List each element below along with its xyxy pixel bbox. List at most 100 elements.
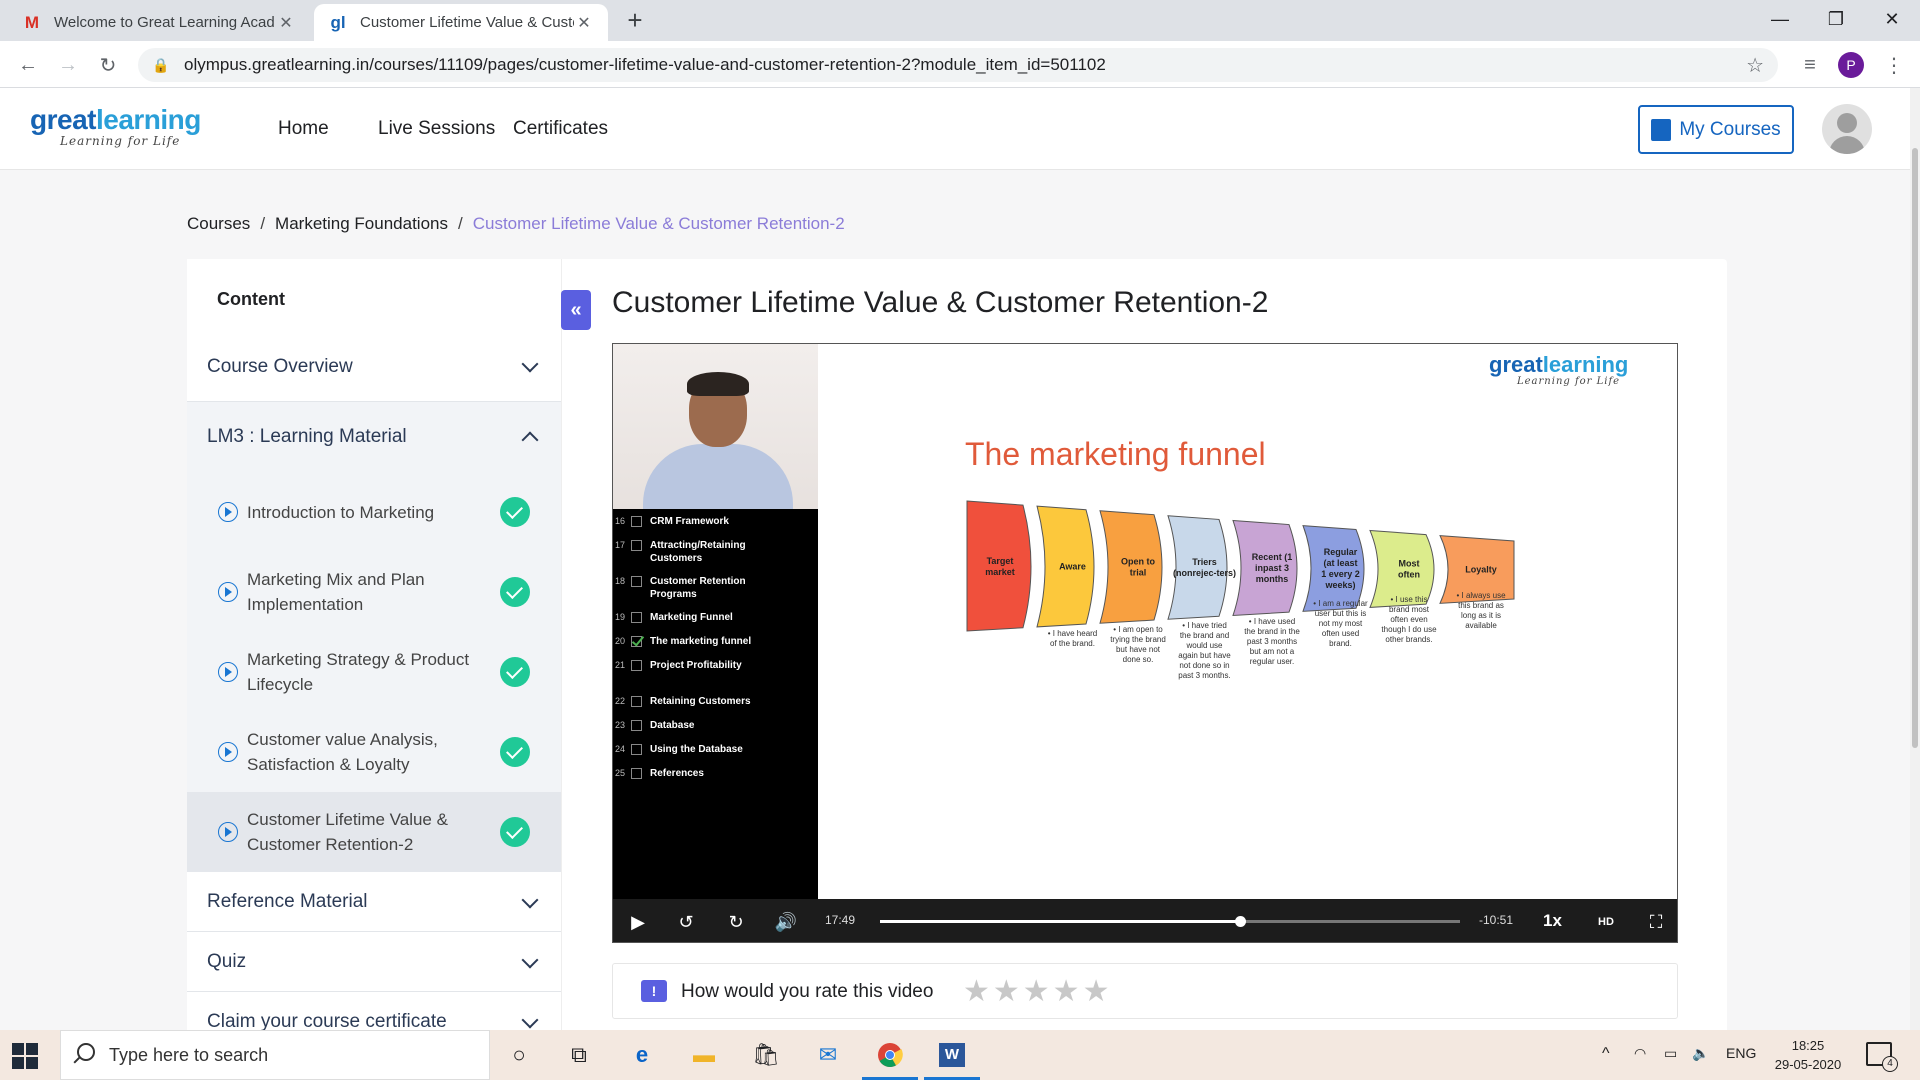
browser-tab-gmail[interactable]: M Welcome to Great Learning Acad ✕ — [8, 4, 310, 41]
close-window-icon[interactable]: ✕ — [1864, 0, 1920, 38]
sidebar-item-customer-lifetime-value[interactable]: Customer Lifetime Value & Customer Reten… — [187, 792, 561, 872]
store-icon[interactable]: 🛍 — [750, 1039, 782, 1071]
browser-profile-avatar[interactable]: P — [1838, 52, 1864, 78]
user-avatar[interactable] — [1822, 104, 1872, 154]
checkbox-icon — [631, 768, 642, 779]
sidebar-item-introduction-to-marketing[interactable]: Introduction to Marketing — [187, 472, 561, 552]
new-tab-button[interactable]: + — [620, 6, 650, 36]
nav-certificates[interactable]: Certificates — [513, 118, 608, 140]
item-label: Customer Lifetime Value & Customer Reten… — [247, 810, 448, 854]
section-label: Claim your course certificate — [207, 1010, 447, 1031]
funnel-stage-note: • I use this brand most often even thoug… — [1381, 595, 1437, 645]
mail-icon[interactable]: ✉ — [812, 1039, 844, 1071]
breadcrumb-courses[interactable]: Courses — [187, 214, 250, 234]
play-circle-icon — [218, 582, 238, 602]
toc-label: Project Profitability — [650, 660, 742, 671]
item-label: Customer value Analysis, Satisfaction & … — [247, 730, 438, 774]
section-label: Quiz — [207, 950, 247, 972]
tray-chevron-up-icon[interactable]: ^ — [1602, 1045, 1610, 1063]
section-claim-certificate[interactable]: Claim your course certificate — [187, 992, 561, 1031]
page-scrollbar[interactable] — [1910, 88, 1920, 1030]
windows-start-icon[interactable] — [12, 1043, 38, 1069]
task-view-icon[interactable]: ⧉ — [563, 1039, 595, 1071]
funnel-stage-note: • I have used the brand in the past 3 mo… — [1244, 617, 1300, 667]
browser-toolbar: ← → ↻ 🔒 olympus.greatlearning.in/courses… — [0, 41, 1920, 88]
toc-label: Using the Database — [650, 744, 743, 755]
funnel-stage-label: Regular (at least 1 every 2 weeks) — [1321, 547, 1360, 590]
address-bar[interactable]: 🔒 olympus.greatlearning.in/courses/11109… — [138, 48, 1778, 82]
funnel-stage-label: Target market — [985, 556, 1015, 577]
checkbox-icon — [631, 744, 642, 755]
tab-title: Welcome to Great Learning Acad — [54, 14, 275, 31]
media-queue-icon[interactable]: ≡ — [1794, 49, 1826, 81]
playback-speed-button[interactable]: 1x — [1543, 911, 1562, 931]
content-sidebar: Content Course Overview LM3 : Learning M… — [187, 259, 562, 1030]
section-reference-material[interactable]: Reference Material — [187, 872, 561, 932]
section-label: LM3 : Learning Material — [207, 426, 407, 447]
check-circle-icon — [500, 737, 530, 767]
language-indicator[interactable]: ENG — [1726, 1045, 1756, 1061]
my-courses-button[interactable]: My Courses — [1638, 105, 1794, 154]
site-header: greatlearning Learning for Life Home Liv… — [0, 88, 1910, 170]
forward-icon[interactable]: ↻ — [723, 909, 749, 935]
reload-icon[interactable]: ↻ — [92, 49, 124, 81]
taskbar-search-input[interactable]: Type here to search — [60, 1030, 490, 1080]
restore-window-icon[interactable]: ❐ — [1808, 0, 1864, 38]
checkbox-icon — [631, 696, 642, 707]
notification-center-icon[interactable]: 4 — [1866, 1042, 1898, 1072]
toc-number: 18 — [615, 576, 626, 586]
section-quiz[interactable]: Quiz — [187, 932, 561, 992]
chevron-down-icon — [521, 1011, 539, 1029]
toc-item: 17 Attracting/Retaining Customers — [613, 539, 818, 571]
hd-quality-icon[interactable]: HD — [1593, 909, 1619, 935]
nav-live-sessions[interactable]: Live Sessions — [378, 118, 495, 140]
book-icon — [1651, 118, 1672, 141]
forward-arrow-icon[interactable]: → — [52, 49, 84, 81]
close-tab-icon[interactable]: ✕ — [276, 13, 296, 33]
play-icon[interactable]: ▶ — [625, 909, 651, 935]
collapse-sidebar-button[interactable]: « — [561, 290, 591, 330]
video-player[interactable]: 16 CRM Framework 17 Attracting/Retaining Cu… — [612, 343, 1678, 943]
lecture-toc-panel: 16 CRM Framework 17 Attracting/Retaining Cu… — [613, 509, 818, 899]
speaker-icon[interactable]: 🔈 — [1692, 1045, 1709, 1062]
progress-knob[interactable] — [1234, 916, 1246, 927]
nav-home[interactable]: Home — [278, 118, 329, 140]
presenter-video-thumbnail — [613, 344, 818, 509]
chrome-icon[interactable] — [874, 1039, 906, 1071]
close-tab-icon[interactable]: ✕ — [574, 13, 594, 33]
greatlearning-logo[interactable]: greatlearning Learning for Life — [30, 104, 201, 149]
progress-bar[interactable] — [880, 916, 1460, 927]
clock-date: 29-05-2020 — [1774, 1057, 1842, 1072]
toc-item: 18 Customer Retention Programs — [613, 575, 818, 607]
rewind-icon[interactable]: ↺ — [673, 909, 699, 935]
funnel-stage-label: Most often — [1398, 559, 1420, 580]
section-lm3-learning-material[interactable]: LM3 : Learning Material — [187, 402, 561, 472]
page-title: Customer Lifetime Value & Customer Reten… — [612, 286, 1269, 319]
cortana-icon[interactable]: ○ — [503, 1039, 535, 1071]
browser-tab-course[interactable]: gl Customer Lifetime Value & Custo ✕ — [314, 4, 608, 41]
wifi-icon[interactable]: ◠ — [1634, 1045, 1646, 1062]
slide-logo-tagline: Learning for Life — [1517, 376, 1621, 387]
file-explorer-icon[interactable]: ▬ — [688, 1039, 720, 1071]
breadcrumb-marketing-foundations[interactable]: Marketing Foundations — [275, 214, 448, 234]
item-label: Marketing Mix and Plan Implementation — [247, 570, 425, 614]
section-course-overview[interactable]: Course Overview — [187, 332, 561, 402]
sidebar-item-marketing-mix[interactable]: Marketing Mix and Plan Implementation — [187, 552, 561, 632]
volume-icon[interactable]: 🔊 — [773, 909, 799, 935]
edge-icon[interactable]: e — [626, 1039, 658, 1071]
fullscreen-icon[interactable]: ⛶ — [1643, 909, 1669, 935]
taskbar-clock[interactable]: 18:25 29-05-2020 — [1768, 1036, 1848, 1074]
logo-tagline: Learning for Life — [60, 134, 181, 148]
rating-stars[interactable]: ★★★★★ — [963, 974, 1112, 1009]
sidebar-item-marketing-strategy[interactable]: Marketing Strategy & Product Lifecycle — [187, 632, 561, 712]
sidebar-item-customer-value-analysis[interactable]: Customer value Analysis, Satisfaction & … — [187, 712, 561, 792]
bookmark-star-icon[interactable]: ☆ — [1746, 53, 1764, 78]
minimize-window-icon[interactable]: — — [1752, 0, 1808, 38]
breadcrumb-current: Customer Lifetime Value & Customer Reten… — [472, 214, 845, 233]
checkbox-icon — [631, 540, 642, 551]
back-arrow-icon[interactable]: ← — [12, 49, 44, 81]
battery-icon[interactable]: ▭ — [1664, 1045, 1677, 1062]
browser-menu-icon[interactable]: ⋮ — [1878, 49, 1910, 81]
word-icon[interactable]: W — [936, 1039, 968, 1071]
logo-text-accent: learning — [95, 104, 201, 135]
